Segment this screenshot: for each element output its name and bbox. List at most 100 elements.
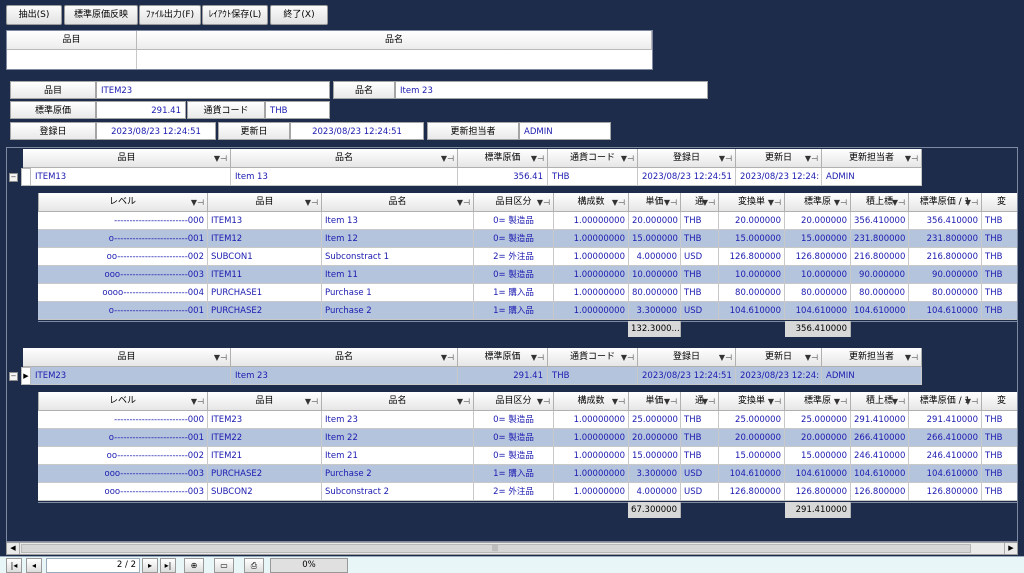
child-cell[interactable]: THB	[681, 284, 719, 302]
filter-pin-icon[interactable]: ▼⊣	[214, 348, 227, 366]
child-cell[interactable]: 25.000000	[785, 411, 851, 429]
parent-column-header[interactable]: 品目 ▼⊣	[23, 348, 231, 367]
child-cell[interactable]: 80.000000	[909, 284, 982, 302]
parent-cell[interactable]: THB	[548, 168, 638, 186]
scroll-right-icon[interactable]: ▶	[1004, 543, 1017, 554]
child-cell[interactable]: o------------------------001	[38, 302, 208, 320]
parent-column-header[interactable]: 品名 ▼⊣	[231, 149, 458, 168]
child-cell[interactable]: 3.300000	[629, 465, 681, 483]
child-cell[interactable]: 1.00000000	[554, 447, 629, 465]
filter-pin-icon[interactable]: ▼⊣	[965, 392, 978, 410]
child-cell[interactable]: THB	[982, 284, 1017, 302]
filter-pin-icon[interactable]: ▼⊣	[834, 193, 847, 211]
child-cell[interactable]: 291.410000	[909, 411, 982, 429]
child-column-header[interactable]: 積上標 ▼⊣	[851, 392, 909, 411]
child-cell[interactable]: THB	[982, 465, 1017, 483]
search-item-input[interactable]	[7, 50, 137, 69]
filter-pin-icon[interactable]: ▼⊣	[892, 392, 905, 410]
filter-pin-icon[interactable]: ▼⊣	[191, 193, 204, 211]
parent-cell[interactable]: 291.41	[458, 367, 548, 385]
child-cell[interactable]: 126.800000	[719, 483, 785, 501]
child-cell[interactable]: 1.00000000	[554, 230, 629, 248]
child-cell[interactable]: 104.610000	[909, 465, 982, 483]
child-column-header[interactable]: 標準原価 / 1 ▼⊣	[909, 193, 982, 212]
child-cell[interactable]: 15.000000	[629, 447, 681, 465]
child-cell[interactable]: 356.410000	[909, 212, 982, 230]
child-column-header[interactable]: 品目区分 ▼⊣	[474, 392, 554, 411]
child-cell[interactable]: o------------------------001	[38, 230, 208, 248]
parent-column-header[interactable]: 品名 ▼⊣	[231, 348, 458, 367]
parent-cell[interactable]: 2023/08/23 12:24:51	[638, 367, 736, 385]
child-cell[interactable]: THB	[681, 411, 719, 429]
filter-pin-icon[interactable]: ▼⊣	[621, 348, 634, 366]
filter-pin-icon[interactable]: ▼⊣	[612, 193, 625, 211]
child-cell[interactable]: Subconstract 2	[322, 483, 474, 501]
child-cell[interactable]: 20.000000	[719, 212, 785, 230]
child-cell[interactable]: 104.610000	[785, 302, 851, 320]
child-cell[interactable]: SUBCON2	[208, 483, 322, 501]
child-cell[interactable]: 10.000000	[719, 266, 785, 284]
child-cell[interactable]: 90.000000	[851, 266, 909, 284]
child-cell[interactable]: 4.000000	[629, 483, 681, 501]
child-column-header[interactable]: 単価 ▼⊣	[629, 392, 681, 411]
parent-column-header[interactable]: 通貨コード ▼⊣	[548, 348, 638, 367]
printer-setup-icon[interactable]: ▭	[214, 558, 234, 573]
child-cell[interactable]: USD	[681, 248, 719, 266]
child-column-header[interactable]: 標準原価 / 1 ▼⊣	[909, 392, 982, 411]
child-cell[interactable]: 80.000000	[851, 284, 909, 302]
child-cell[interactable]: 356.410000	[851, 212, 909, 230]
filter-pin-icon[interactable]: ▼⊣	[965, 193, 978, 211]
filter-pin-icon[interactable]: ▼⊣	[537, 392, 550, 410]
child-cell[interactable]: 246.410000	[851, 447, 909, 465]
child-cell[interactable]: 1.00000000	[554, 284, 629, 302]
child-cell[interactable]: 1.00000000	[554, 429, 629, 447]
child-column-header[interactable]: 単価 ▼⊣	[629, 193, 681, 212]
child-cell[interactable]: 15.000000	[719, 447, 785, 465]
child-cell[interactable]: 126.800000	[785, 483, 851, 501]
filter-pin-icon[interactable]: ▼⊣	[768, 392, 781, 410]
child-cell[interactable]: ooo----------------------003	[38, 465, 208, 483]
parent-cell[interactable]: ADMIN	[822, 168, 922, 186]
filter-pin-icon[interactable]: ▼⊣	[834, 392, 847, 410]
child-column-header[interactable]: 通 ▼⊣	[681, 193, 719, 212]
filter-pin-icon[interactable]: ▼⊣	[457, 392, 470, 410]
filter-pin-icon[interactable]: ▼⊣	[719, 149, 732, 167]
child-cell[interactable]: 1.00000000	[554, 212, 629, 230]
filter-pin-icon[interactable]: ▼⊣	[305, 193, 318, 211]
parent-column-header[interactable]: 登録日 ▼⊣	[638, 348, 736, 367]
child-column-header[interactable]: レベル ▼⊣	[38, 392, 208, 411]
child-cell[interactable]: 15.000000	[785, 447, 851, 465]
child-cell[interactable]: oo-----------------------002	[38, 248, 208, 266]
child-cell[interactable]: 104.610000	[785, 465, 851, 483]
filter-pin-icon[interactable]: ▼⊣	[905, 348, 918, 366]
child-cell[interactable]: oo-----------------------002	[38, 447, 208, 465]
child-cell[interactable]: 3.300000	[629, 302, 681, 320]
child-cell[interactable]: THB	[982, 411, 1017, 429]
print-icon[interactable]: ⎙	[244, 558, 264, 573]
filter-pin-icon[interactable]: ▼⊣	[702, 193, 715, 211]
child-cell[interactable]: Purchase 2	[322, 465, 474, 483]
child-cell[interactable]: 20.000000	[629, 429, 681, 447]
child-cell[interactable]: 0= 製造品	[474, 447, 554, 465]
child-cell[interactable]: 0= 製造品	[474, 212, 554, 230]
child-column-header[interactable]: 変	[982, 193, 1017, 212]
child-column-header[interactable]: 変換単 ▼⊣	[719, 193, 785, 212]
child-cell[interactable]: THB	[982, 483, 1017, 501]
prev-page-button[interactable]: ◂	[26, 558, 42, 573]
page-indicator[interactable]: 2 / 2	[46, 558, 140, 573]
child-cell[interactable]: ------------------------000	[38, 212, 208, 230]
parent-cell[interactable]: 356.41	[458, 168, 548, 186]
child-cell[interactable]: o------------------------001	[38, 429, 208, 447]
parent-column-header[interactable]: 更新担当者 ▼⊣	[822, 149, 922, 168]
child-cell[interactable]: ITEM12	[208, 230, 322, 248]
parent-cell[interactable]: ADMIN	[822, 367, 922, 385]
child-cell[interactable]: 20.000000	[785, 429, 851, 447]
child-cell[interactable]: THB	[982, 447, 1017, 465]
row-selector[interactable]	[21, 168, 31, 186]
parent-column-header[interactable]: 標準原価 ▼⊣	[458, 149, 548, 168]
child-cell[interactable]: 1.00000000	[554, 411, 629, 429]
child-cell[interactable]: ITEM23	[208, 411, 322, 429]
child-cell[interactable]: 266.410000	[909, 429, 982, 447]
filter-pin-icon[interactable]: ▼⊣	[702, 392, 715, 410]
child-cell[interactable]: ooo----------------------003	[38, 266, 208, 284]
